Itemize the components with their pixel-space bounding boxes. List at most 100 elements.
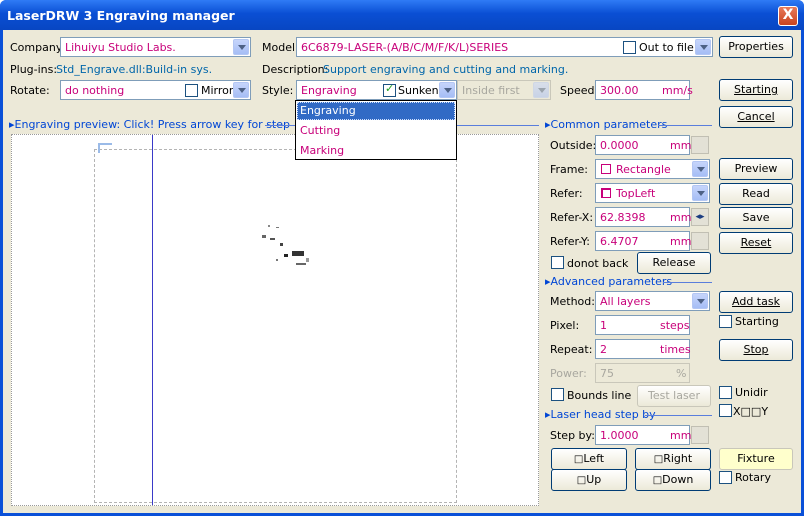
outside-value: 0.0000 <box>600 139 639 152</box>
style-option-marking[interactable]: Marking <box>300 144 344 157</box>
save-button[interactable]: Save <box>719 207 793 229</box>
speed-value: 300.00 <box>600 84 639 97</box>
xy-checkbox[interactable] <box>719 404 732 417</box>
chevron-down-icon[interactable] <box>692 293 708 309</box>
step-down-label: Down <box>662 473 694 486</box>
power-value: 75 <box>600 367 614 380</box>
chevron-down-icon[interactable] <box>692 185 708 201</box>
spinner-button[interactable] <box>691 426 709 444</box>
refery-label: Refer-Y: <box>550 235 591 248</box>
speed-input[interactable]: 300.00 mm/s <box>595 80 693 100</box>
method-combobox[interactable]: All layers <box>595 291 710 311</box>
referx-input[interactable]: 62.8398 mm <box>595 207 692 227</box>
starting-button[interactable]: Starting <box>719 79 793 101</box>
chevron-down-icon <box>533 82 549 98</box>
fixture-button[interactable]: Fixture <box>719 448 793 470</box>
common-params-header: ▸Common parameters <box>545 118 668 131</box>
step-right-button[interactable]: □Right <box>635 448 711 470</box>
out-to-file-checkbox[interactable] <box>623 41 636 54</box>
frame-combobox[interactable]: Rectangle <box>595 159 710 179</box>
plugins-value: Std_Engrave.dll:Build-in sys. <box>56 63 213 76</box>
outside-input[interactable]: 0.0000 mm <box>595 135 691 155</box>
xy-label: X□□Y <box>733 405 769 418</box>
company-combobox[interactable]: Lihuiyu Studio Labs. <box>60 37 251 57</box>
chevron-down-icon[interactable] <box>233 39 249 55</box>
pixel-value: 1 <box>600 319 607 332</box>
add-task-button[interactable]: Add task <box>719 291 793 313</box>
close-button[interactable]: X <box>778 6 798 26</box>
rotary-label: Rotary <box>735 471 771 484</box>
company-label: Company: <box>10 41 66 54</box>
refer-value: TopLeft <box>616 187 656 200</box>
chevron-down-icon[interactable] <box>233 82 249 98</box>
stop-button[interactable]: Stop <box>719 339 793 361</box>
chevron-down-icon[interactable] <box>695 39 711 55</box>
rotary-checkbox[interactable] <box>719 471 732 484</box>
style-option-engraving[interactable]: Engraving <box>300 104 356 117</box>
sunken-checkbox[interactable]: ✓ <box>383 82 396 97</box>
repeat-input[interactable]: 2 times <box>595 339 691 359</box>
method-label: Method: <box>550 295 595 308</box>
refery-unit: mm <box>670 235 692 248</box>
step-up-label: Up <box>586 473 602 486</box>
release-button[interactable]: Release <box>637 252 711 274</box>
style-dropdown-list[interactable]: Engraving Cutting Marking <box>295 100 457 160</box>
step-left-button[interactable]: □Left <box>551 448 627 470</box>
style-value: Engraving <box>301 84 357 97</box>
properties-button[interactable]: Properties <box>719 36 793 58</box>
style-option-cutting[interactable]: Cutting <box>300 124 340 137</box>
left-right-arrows-icon[interactable]: ◂▸ <box>691 208 709 226</box>
style-combobox[interactable]: Engraving ✓ Sunken <box>296 80 457 100</box>
rotate-value: do nothing <box>65 84 125 97</box>
preview-button[interactable]: Preview <box>719 158 793 180</box>
outside-label: Outside: <box>550 139 597 152</box>
model-value: 6C6879-LASER-(A/B/C/M/F/K/L)SERIES <box>301 41 509 54</box>
cancel-button[interactable]: Cancel <box>719 106 793 128</box>
test-laser-button: Test laser <box>637 385 711 407</box>
chevron-down-icon[interactable] <box>692 161 708 177</box>
repeat-value: 2 <box>600 343 607 356</box>
stepby-value: 1.0000 <box>600 429 639 442</box>
power-unit: % <box>676 367 687 380</box>
description-label: Description: <box>262 63 329 76</box>
referx-label: Refer-X: <box>550 211 594 224</box>
mirror-checkbox[interactable] <box>185 84 198 97</box>
model-combobox[interactable]: 6C6879-LASER-(A/B/C/M/F/K/L)SERIES Out t… <box>296 37 713 57</box>
chevron-down-icon[interactable] <box>439 82 455 98</box>
inside-first-combobox: Inside first <box>457 80 551 100</box>
read-button[interactable]: Read <box>719 183 793 205</box>
stepby-input[interactable]: 1.0000 mm <box>595 425 691 445</box>
refery-input[interactable]: 6.4707 mm <box>595 231 692 251</box>
referx-unit: mm <box>670 211 692 224</box>
preview-header-label: Engraving preview: Click! Press arrow ke… <box>14 118 290 131</box>
bounds-line-checkbox[interactable] <box>551 388 564 401</box>
description-value: Support engraving and cutting and markin… <box>323 63 569 76</box>
advanced-params-label: Advanced parameters <box>550 275 673 288</box>
model-label: Model: <box>262 41 299 54</box>
vertical-guide-line <box>152 135 153 505</box>
rotate-combobox[interactable]: do nothing Mirror <box>60 80 251 100</box>
window-title: LaserDRW 3 Engraving manager <box>7 8 235 23</box>
style-label: Style: <box>262 84 294 97</box>
step-up-button[interactable]: □Up <box>551 469 627 491</box>
reset-button[interactable]: Reset <box>719 232 793 254</box>
pixel-unit: steps <box>660 319 690 332</box>
step-down-button[interactable]: □Down <box>635 469 711 491</box>
unidir-label: Unidir <box>735 386 768 399</box>
spinner-button[interactable] <box>691 232 709 250</box>
title-bar[interactable]: LaserDRW 3 Engraving manager X <box>0 0 804 30</box>
engraving-preview-canvas[interactable] <box>11 134 539 506</box>
square-icon: □ <box>653 454 664 465</box>
sunken-label: Sunken <box>398 84 439 97</box>
refer-combobox[interactable]: TopLeft <box>595 183 710 203</box>
stepby-label: Step by: <box>550 429 595 442</box>
unidir-checkbox[interactable] <box>719 386 732 399</box>
starting-checkbox[interactable] <box>719 315 732 328</box>
pixel-input[interactable]: 1 steps <box>595 315 690 335</box>
plugins-label: Plug-ins: <box>10 63 58 76</box>
spinner-button[interactable] <box>691 136 709 154</box>
origin-marker-icon <box>98 143 112 153</box>
donot-back-checkbox[interactable] <box>551 256 564 269</box>
advanced-params-header: ▸Advanced parameters <box>545 275 673 288</box>
window: LaserDRW 3 Engraving manager X Company: … <box>0 0 804 516</box>
